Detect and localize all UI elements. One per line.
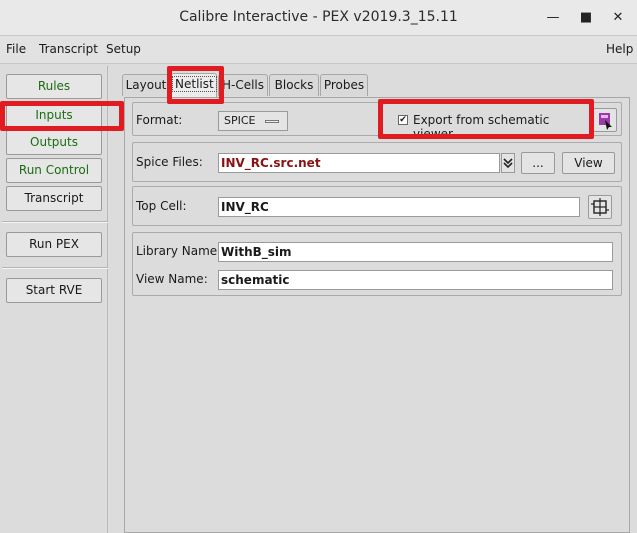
tab-netlist-label: Netlist [172, 76, 217, 92]
spice-files-input[interactable]: INV_RC.src.net [218, 153, 500, 173]
spice-files-label: Spice Files: [136, 155, 203, 169]
close-icon[interactable]: ✕ [609, 9, 627, 27]
menu-setup[interactable]: Setup [106, 42, 141, 56]
view-button[interactable]: View [562, 152, 615, 174]
export-checkbox-group[interactable]: ✔ Export from schematic viewer [398, 111, 583, 141]
menu-file[interactable]: File [6, 42, 26, 56]
format-value: SPICE [224, 114, 256, 127]
cell-browser-icon[interactable] [588, 195, 612, 219]
window-title: Calibre Interactive - PEX v2019.3_15.11 [179, 9, 458, 25]
library-group: Library Name: WithB_sim View Name: schem… [132, 232, 622, 296]
format-group: Format: SPICE ✔ Export from schematic vi… [132, 102, 622, 141]
export-label: Export from schematic viewer [413, 113, 550, 141]
menu-transcript[interactable]: Transcript [39, 42, 98, 56]
sidebar-item-inputs[interactable]: Inputs [6, 103, 102, 128]
double-chevron-down-icon [503, 158, 513, 169]
format-dropdown[interactable]: SPICE [218, 111, 288, 131]
export-checkbox[interactable]: ✔ [398, 115, 408, 125]
maximize-icon[interactable]: ■ [577, 9, 595, 27]
top-cell-label: Top Cell: [136, 199, 187, 213]
dropdown-indicator-icon [265, 120, 279, 123]
minimize-icon[interactable]: — [544, 9, 562, 27]
tab-blocks[interactable]: Blocks [269, 74, 319, 96]
sidebar-item-outputs[interactable]: Outputs [6, 130, 102, 155]
spice-files-group: Spice Files: INV_RC.src.net ... View [132, 142, 622, 182]
view-name-input[interactable]: schematic [218, 270, 613, 290]
sidebar-divider [2, 267, 108, 269]
sidebar-divider [2, 221, 108, 223]
run-pex-button[interactable]: Run PEX [6, 232, 102, 257]
sidebar-item-run-control[interactable]: Run Control [6, 158, 102, 183]
sidebar-item-transcript[interactable]: Transcript [6, 186, 102, 211]
schematic-viewer-icon[interactable] [593, 108, 617, 132]
menu-bar: File Transcript Setup Help [0, 36, 637, 64]
view-name-label: View Name: [136, 272, 208, 286]
library-name-label: Library Name: [136, 244, 222, 258]
format-label: Format: [136, 113, 183, 127]
tab-h-cells[interactable]: H-Cells [218, 74, 268, 96]
top-cell-input[interactable]: INV_RC [218, 197, 580, 217]
browse-button[interactable]: ... [521, 152, 555, 174]
sidebar-item-rules[interactable]: Rules [6, 74, 102, 99]
netlist-tab-content: Format: SPICE ✔ Export from schematic vi… [124, 97, 630, 533]
main-panel: Layout Netlist H-Cells Blocks Probes For… [110, 66, 637, 533]
title-bar: Calibre Interactive - PEX v2019.3_15.11 … [0, 0, 637, 36]
tab-layout[interactable]: Layout [122, 74, 170, 96]
start-rve-button[interactable]: Start RVE [6, 278, 102, 303]
top-cell-group: Top Cell: INV_RC [132, 186, 622, 226]
menu-help[interactable]: Help [606, 42, 633, 56]
sidebar: Rules Inputs Outputs Run Control Transcr… [2, 66, 108, 533]
tab-netlist[interactable]: Netlist [171, 73, 217, 97]
tab-probes[interactable]: Probes [320, 74, 368, 96]
library-name-input[interactable]: WithB_sim [218, 242, 613, 262]
spice-files-history-button[interactable] [501, 153, 515, 173]
